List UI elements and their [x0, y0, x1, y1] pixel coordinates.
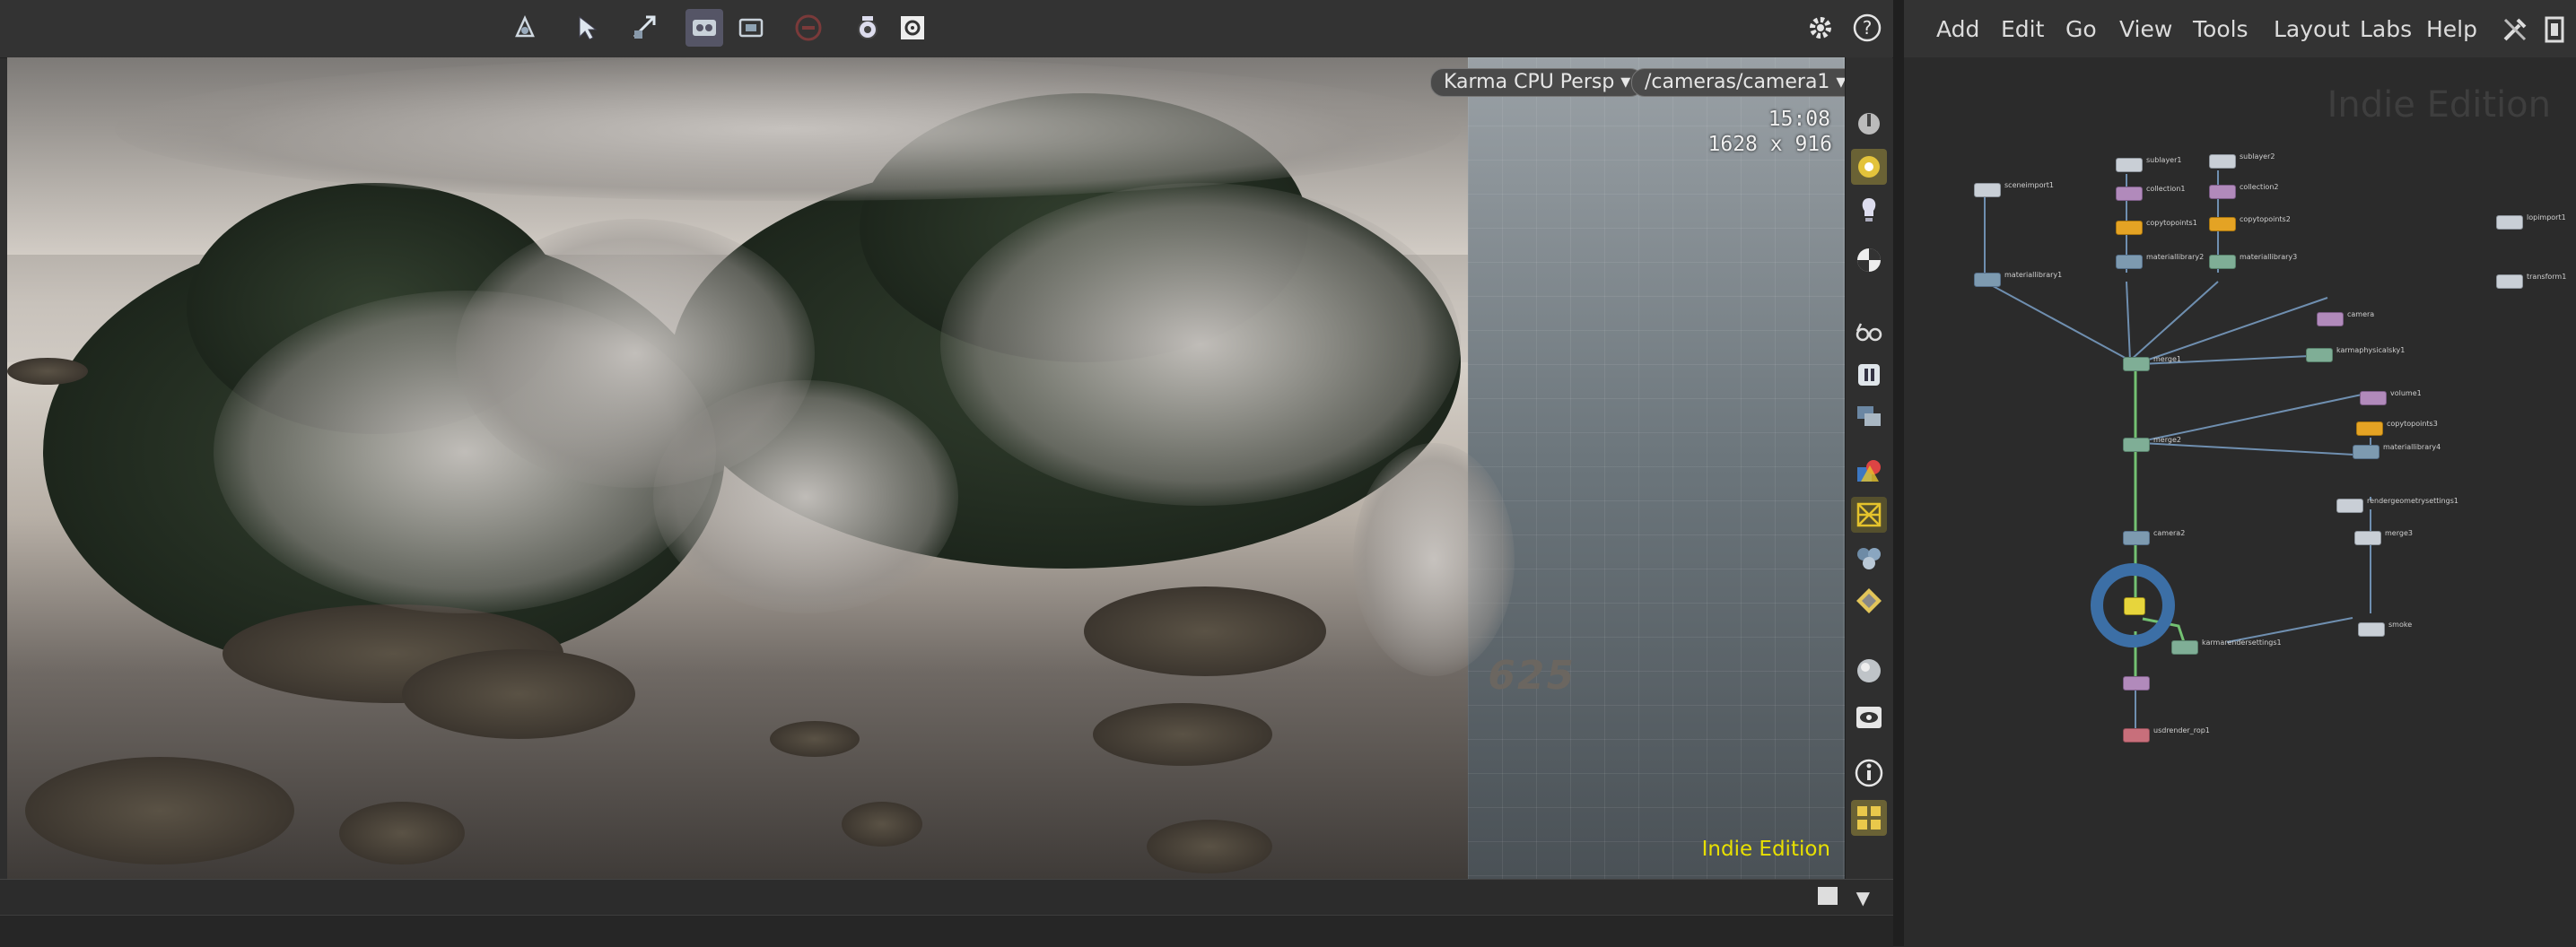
tools-wrench-icon[interactable]	[2500, 14, 2530, 45]
layout-quad-icon[interactable]	[1851, 800, 1887, 836]
indie-edition-watermark: Indie Edition	[1701, 838, 1830, 861]
stop-render-icon[interactable]	[790, 9, 827, 47]
info-icon[interactable]	[1851, 755, 1887, 791]
menu-add[interactable]: Add	[1936, 16, 1979, 42]
display-options-strip	[1845, 57, 1892, 879]
view-tool-icon[interactable]	[506, 9, 544, 47]
render-time: 15:08	[1768, 108, 1830, 131]
viewport-status-bar: ▼	[0, 879, 1893, 916]
svg-text:?: ?	[1863, 17, 1873, 39]
cloud	[653, 380, 958, 613]
chevron-down-icon[interactable]: ▼	[1856, 887, 1870, 908]
shading-mode-icon[interactable]	[1851, 454, 1887, 490]
cloud	[1353, 443, 1515, 676]
menu-edit[interactable]: Edit	[2001, 16, 2044, 42]
islet	[402, 649, 635, 739]
menu-help[interactable]: Help	[2426, 16, 2477, 42]
grid-label: 625	[1483, 653, 1580, 699]
snapshot-icon[interactable]	[732, 9, 770, 47]
background-icon[interactable]	[1851, 653, 1887, 689]
checker-sphere-icon[interactable]	[1851, 242, 1887, 278]
pause-render-icon[interactable]	[1851, 357, 1887, 393]
menu-view[interactable]: View	[2119, 16, 2172, 42]
eye-visibility-icon[interactable]	[1851, 699, 1887, 735]
timeline-bar	[0, 915, 1893, 947]
render-resolution: 1628 x 916	[1707, 133, 1832, 156]
menu-go[interactable]: Go	[2065, 16, 2097, 42]
menu-labs[interactable]: Labs	[2360, 16, 2412, 42]
film-icon[interactable]	[2541, 14, 2568, 45]
islet	[1093, 703, 1272, 766]
layout-toggle-icon[interactable]	[1818, 887, 1838, 905]
transform-tool-icon[interactable]	[626, 9, 664, 47]
headlight-icon[interactable]	[1851, 106, 1887, 142]
islet	[339, 802, 465, 864]
network-pane: Add Edit Go View Tools Layout Labs Help …	[1904, 0, 2576, 946]
viewport-settings-gear-icon[interactable]	[1802, 9, 1839, 47]
viewer-toolbar: ?	[0, 0, 1893, 58]
cloud-layer	[115, 57, 1461, 201]
pane-splitter[interactable]	[1893, 0, 1904, 946]
light-bulb-icon[interactable]	[1851, 192, 1887, 228]
select-tool-icon[interactable]	[569, 9, 607, 47]
visibility-glasses-icon[interactable]	[1851, 314, 1887, 350]
camera-dropdown[interactable]: /cameras/camera1 ▾	[1631, 68, 1845, 97]
render-region-icon[interactable]	[685, 9, 723, 47]
display-geometry-icon[interactable]	[1851, 583, 1887, 619]
network-menubar: Add Edit Go View Tools Layout Labs Help	[1904, 0, 2576, 58]
wireframe-mode-icon[interactable]	[1851, 497, 1887, 533]
islet	[1147, 820, 1272, 873]
viewport-pane: ? 625 Karma CPU Persp ▾ /cameras/camera1	[0, 0, 1893, 947]
islet	[1084, 586, 1326, 676]
islet	[842, 802, 922, 847]
ground-grid	[1468, 57, 1845, 879]
node-selected-current[interactable]	[2124, 597, 2145, 615]
lighting-icon[interactable]	[1851, 149, 1887, 185]
camera-capture-icon[interactable]	[849, 9, 886, 47]
help-icon[interactable]: ?	[1848, 9, 1886, 47]
guide-icon[interactable]	[1851, 540, 1887, 576]
node-network-editor[interactable]: Indie Edition sceneimport1 materiallibra…	[1904, 57, 2576, 946]
cloud	[940, 183, 1461, 506]
snapshot-gallery-icon[interactable]	[1851, 398, 1887, 434]
menu-tools[interactable]: Tools	[2193, 16, 2249, 42]
render-viewport[interactable]: 625 Karma CPU Persp ▾ /cameras/camera1 ▾…	[7, 57, 1845, 879]
islet	[770, 721, 860, 757]
render-settings-gear-icon[interactable]	[894, 9, 931, 47]
menu-layout[interactable]: Layout	[2274, 16, 2350, 42]
renderer-dropdown[interactable]: Karma CPU Persp ▾	[1430, 68, 1645, 97]
islet	[7, 358, 88, 385]
islet	[25, 757, 294, 864]
